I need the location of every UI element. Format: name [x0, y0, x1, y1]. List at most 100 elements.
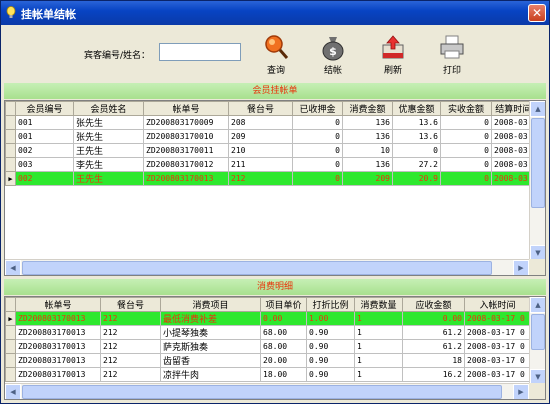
row-indicator[interactable]: [5, 353, 16, 368]
table-cell[interactable]: 1: [354, 367, 403, 382]
table-cell[interactable]: ZD200803170009: [143, 115, 229, 130]
details-horizontal-scrollbar[interactable]: ◀ ▶: [5, 383, 529, 399]
details-grid[interactable]: 帐单号 餐台号 消费项目 项目单价 打折比例 消费数量 应收金额 入帐时间 ▶ ZD200803…: [4, 296, 546, 400]
table-cell[interactable]: 136: [342, 129, 393, 144]
table-cell[interactable]: 0: [440, 115, 492, 130]
query-button[interactable]: 查询: [254, 33, 298, 79]
column-header[interactable]: 帐单号: [15, 297, 101, 312]
table-cell[interactable]: 0.90: [306, 325, 355, 340]
table-cell[interactable]: ZD200803170013: [15, 353, 101, 368]
table-row[interactable]: ▶ ZD200803170013 212 最低消费补差 0.00 1.00 1 0.00 200…: [5, 311, 531, 326]
table-cell[interactable]: 0.90: [306, 339, 355, 354]
row-indicator[interactable]: [5, 143, 16, 158]
table-cell[interactable]: 210: [228, 143, 293, 158]
table-cell[interactable]: 211: [228, 157, 293, 172]
column-header[interactable]: 消费金额: [342, 101, 393, 116]
table-cell[interactable]: 1: [354, 339, 403, 354]
table-cell[interactable]: 0: [440, 171, 492, 186]
details-vertical-scrollbar[interactable]: ▲ ▼: [529, 297, 545, 385]
table-cell[interactable]: 张先生: [73, 129, 144, 144]
column-header[interactable]: 餐台号: [100, 297, 161, 312]
table-cell[interactable]: 2008-03-17 0: [464, 339, 531, 354]
table-row[interactable]: 001 张先生 ZD200803170010 209 0 136 13.6 0 2008-03-: [5, 129, 536, 144]
table-cell[interactable]: 0: [392, 143, 441, 158]
table-cell[interactable]: 212: [100, 325, 161, 340]
table-row[interactable]: ZD200803170013 212 萨克斯独奏 68.00 0.90 1 61.2 2008…: [5, 339, 531, 354]
table-cell[interactable]: 0.00: [402, 311, 465, 326]
column-header[interactable]: 实收金额: [440, 101, 492, 116]
scroll-left-arrow-icon[interactable]: ◀: [5, 260, 21, 275]
row-indicator[interactable]: ▶: [5, 311, 16, 326]
table-cell[interactable]: 16.2: [402, 367, 465, 382]
table-cell[interactable]: 212: [100, 353, 161, 368]
column-header[interactable]: 餐台号: [228, 101, 293, 116]
table-row[interactable]: ZD200803170013 212 齿留香 20.00 0.90 1 18 2008-03-…: [5, 353, 531, 368]
table-cell[interactable]: 136: [342, 115, 393, 130]
table-cell[interactable]: 002: [15, 171, 74, 186]
table-cell[interactable]: 20.00: [260, 353, 307, 368]
bills-grid[interactable]: 会员编号 会员姓名 帐单号 餐台号 已收押金 消费金额 优惠金额 实收金额 结算时间 001 张先…: [4, 100, 546, 276]
bills-horizontal-scrollbar[interactable]: ◀ ▶: [5, 259, 529, 275]
table-cell[interactable]: 003: [15, 157, 74, 172]
column-header[interactable]: 优惠金额: [392, 101, 441, 116]
table-cell[interactable]: 2008-03-17 0: [464, 367, 531, 382]
table-cell[interactable]: 0: [292, 115, 343, 130]
print-button[interactable]: 打印: [430, 33, 474, 79]
table-cell[interactable]: 2008-03-17 0: [464, 325, 531, 340]
bills-horizontal-thumb[interactable]: [22, 261, 492, 275]
close-button[interactable]: ✕: [528, 4, 546, 22]
table-cell[interactable]: 1.00: [306, 311, 355, 326]
scroll-left-arrow-icon[interactable]: ◀: [5, 384, 21, 399]
scroll-up-arrow-icon[interactable]: ▲: [530, 101, 545, 117]
table-cell[interactable]: 0: [440, 129, 492, 144]
table-cell[interactable]: 0: [292, 129, 343, 144]
table-cell[interactable]: 0: [292, 171, 343, 186]
scroll-right-arrow-icon[interactable]: ▶: [513, 384, 529, 399]
table-cell[interactable]: 王先生: [73, 143, 144, 158]
table-row[interactable]: ▶ 002 王先生 ZD200803170013 212 0 209 20.9 0 2008-03…: [5, 171, 536, 186]
table-cell[interactable]: 凉拌牛肉: [160, 367, 261, 382]
details-vertical-thumb[interactable]: [531, 314, 545, 350]
table-cell[interactable]: 1: [354, 353, 403, 368]
column-header[interactable]: 帐单号: [143, 101, 229, 116]
row-indicator[interactable]: [5, 367, 16, 382]
table-cell[interactable]: 68.00: [260, 339, 307, 354]
column-header[interactable]: 消费项目: [160, 297, 261, 312]
table-row[interactable]: 003 李先生 ZD200803170012 211 0 136 27.2 0 2008-03-: [5, 157, 536, 172]
row-indicator[interactable]: [5, 339, 16, 354]
table-cell[interactable]: ZD200803170013: [15, 339, 101, 354]
column-header[interactable]: 会员编号: [15, 101, 74, 116]
table-cell[interactable]: 13.6: [392, 129, 441, 144]
table-cell[interactable]: 208: [228, 115, 293, 130]
table-cell[interactable]: 萨克斯独奏: [160, 339, 261, 354]
table-cell[interactable]: 27.2: [392, 157, 441, 172]
table-cell[interactable]: ZD200803170012: [143, 157, 229, 172]
table-row[interactable]: ZD200803170013 212 凉拌牛肉 18.00 0.90 1 16.2 2008-…: [5, 367, 531, 382]
column-header[interactable]: 会员姓名: [73, 101, 144, 116]
table-cell[interactable]: 0: [440, 157, 492, 172]
bills-vertical-scrollbar[interactable]: ▲ ▼: [529, 101, 545, 261]
table-cell[interactable]: 1: [354, 325, 403, 340]
table-cell[interactable]: 0: [292, 157, 343, 172]
table-cell[interactable]: 0.00: [260, 311, 307, 326]
table-cell[interactable]: 齿留香: [160, 353, 261, 368]
column-header[interactable]: 项目单价: [260, 297, 307, 312]
table-cell[interactable]: 209: [342, 171, 393, 186]
bills-vertical-thumb[interactable]: [531, 118, 545, 208]
refresh-button[interactable]: 刷新: [371, 33, 415, 79]
table-cell[interactable]: ZD200803170010: [143, 129, 229, 144]
table-cell[interactable]: 18.00: [260, 367, 307, 382]
row-indicator[interactable]: [5, 115, 16, 130]
table-cell[interactable]: 136: [342, 157, 393, 172]
table-cell[interactable]: 1: [354, 311, 403, 326]
table-cell[interactable]: 61.2: [402, 339, 465, 354]
table-cell[interactable]: 李先生: [73, 157, 144, 172]
table-cell[interactable]: 68.00: [260, 325, 307, 340]
table-row[interactable]: 002 王先生 ZD200803170011 210 0 10 0 0 2008-03-: [5, 143, 536, 158]
table-cell[interactable]: 61.2: [402, 325, 465, 340]
table-cell[interactable]: 王先生: [73, 171, 144, 186]
table-cell[interactable]: 0.90: [306, 353, 355, 368]
table-cell[interactable]: 最低消费补差: [160, 311, 261, 326]
table-cell[interactable]: 212: [100, 367, 161, 382]
table-cell[interactable]: 0: [292, 143, 343, 158]
